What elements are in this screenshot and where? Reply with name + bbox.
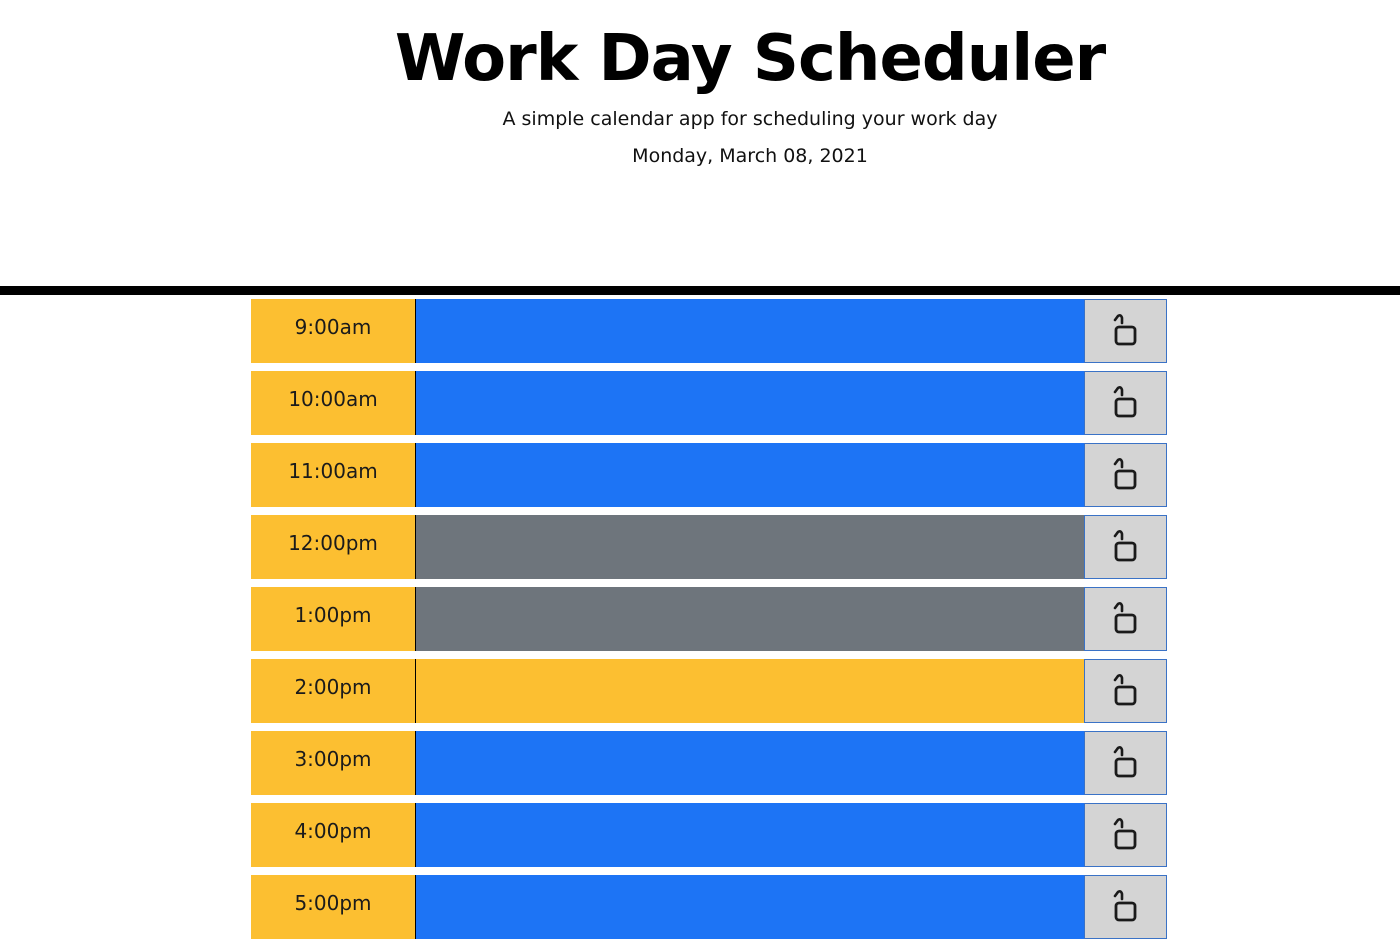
save-button[interactable] [1084,515,1167,579]
time-block-row: 2:00pm [251,659,1167,723]
hour-label: 5:00pm [251,875,416,939]
hour-label: 9:00am [251,299,416,363]
time-block-row: 9:00am [251,299,1167,363]
hour-label: 11:00am [251,443,416,507]
hour-label: 12:00pm [251,515,416,579]
hour-label: 3:00pm [251,731,416,795]
unlock-icon [1112,890,1140,924]
time-block-row: 1:00pm [251,587,1167,651]
hour-label: 4:00pm [251,803,416,867]
unlock-icon [1112,746,1140,780]
event-description-input[interactable] [416,731,1084,795]
event-description-input[interactable] [416,659,1084,723]
save-button[interactable] [1084,443,1167,507]
save-button[interactable] [1084,731,1167,795]
hour-label: 1:00pm [251,587,416,651]
unlock-icon [1112,314,1140,348]
event-description-input[interactable] [416,515,1084,579]
save-button[interactable] [1084,299,1167,363]
time-block-row: 10:00am [251,371,1167,435]
hour-label: 2:00pm [251,659,416,723]
page-subtitle: A simple calendar app for scheduling you… [502,108,998,130]
time-block-row: 3:00pm [251,731,1167,795]
current-date: Monday, March 08, 2021 [632,145,868,167]
time-block-row: 11:00am [251,443,1167,507]
page-header: Work Day Scheduler A simple calendar app… [0,0,1400,286]
event-description-input[interactable] [416,875,1084,939]
unlock-icon [1112,818,1140,852]
header-divider [0,286,1400,295]
time-block-row: 4:00pm [251,803,1167,867]
time-block-row: 5:00pm [251,875,1167,939]
save-button[interactable] [1084,659,1167,723]
unlock-icon [1112,386,1140,420]
save-button[interactable] [1084,875,1167,939]
unlock-icon [1112,674,1140,708]
unlock-icon [1112,602,1140,636]
unlock-icon [1112,458,1140,492]
unlock-icon [1112,530,1140,564]
event-description-input[interactable] [416,299,1084,363]
event-description-input[interactable] [416,371,1084,435]
event-description-input[interactable] [416,587,1084,651]
save-button[interactable] [1084,803,1167,867]
event-description-input[interactable] [416,803,1084,867]
save-button[interactable] [1084,587,1167,651]
time-block-row: 12:00pm [251,515,1167,579]
schedule-container: 9:00am 10:00am 11:00am 12:00pm 1:00pm 2:… [251,299,1167,947]
save-button[interactable] [1084,371,1167,435]
event-description-input[interactable] [416,443,1084,507]
page-title: Work Day Scheduler [394,22,1106,96]
hour-label: 10:00am [251,371,416,435]
